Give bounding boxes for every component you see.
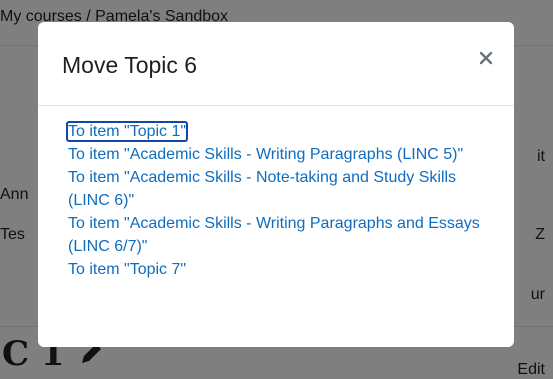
list-item: To item "Academic Skills - Writing Parag… (68, 143, 490, 166)
move-target-list: To item "Topic 1" To item "Academic Skil… (65, 120, 490, 281)
move-topic-dialog: Move Topic 6 To item "Topic 1" To item "… (38, 22, 514, 347)
modal-body: To item "Topic 1" To item "Academic Skil… (38, 106, 514, 281)
modal-title: Move Topic 6 (62, 52, 198, 78)
close-button[interactable] (472, 44, 500, 72)
close-icon (479, 51, 493, 65)
list-item: To item "Academic Skills - Note-taking a… (68, 166, 490, 212)
move-link-writing-paragraphs[interactable]: To item "Academic Skills - Writing Parag… (68, 146, 463, 163)
modal-header: Move Topic 6 (38, 22, 514, 106)
list-item: To item "Academic Skills - Writing Parag… (68, 212, 490, 258)
move-link-note-taking[interactable]: To item "Academic Skills - Note-taking a… (68, 169, 456, 209)
move-link-topic-1[interactable]: To item "Topic 1" (65, 121, 189, 142)
move-link-topic-7[interactable]: To item "Topic 7" (68, 261, 186, 278)
list-item: To item "Topic 7" (68, 258, 490, 281)
list-item: To item "Topic 1" (65, 120, 490, 143)
move-link-paragraphs-essays[interactable]: To item "Academic Skills - Writing Parag… (68, 215, 480, 255)
